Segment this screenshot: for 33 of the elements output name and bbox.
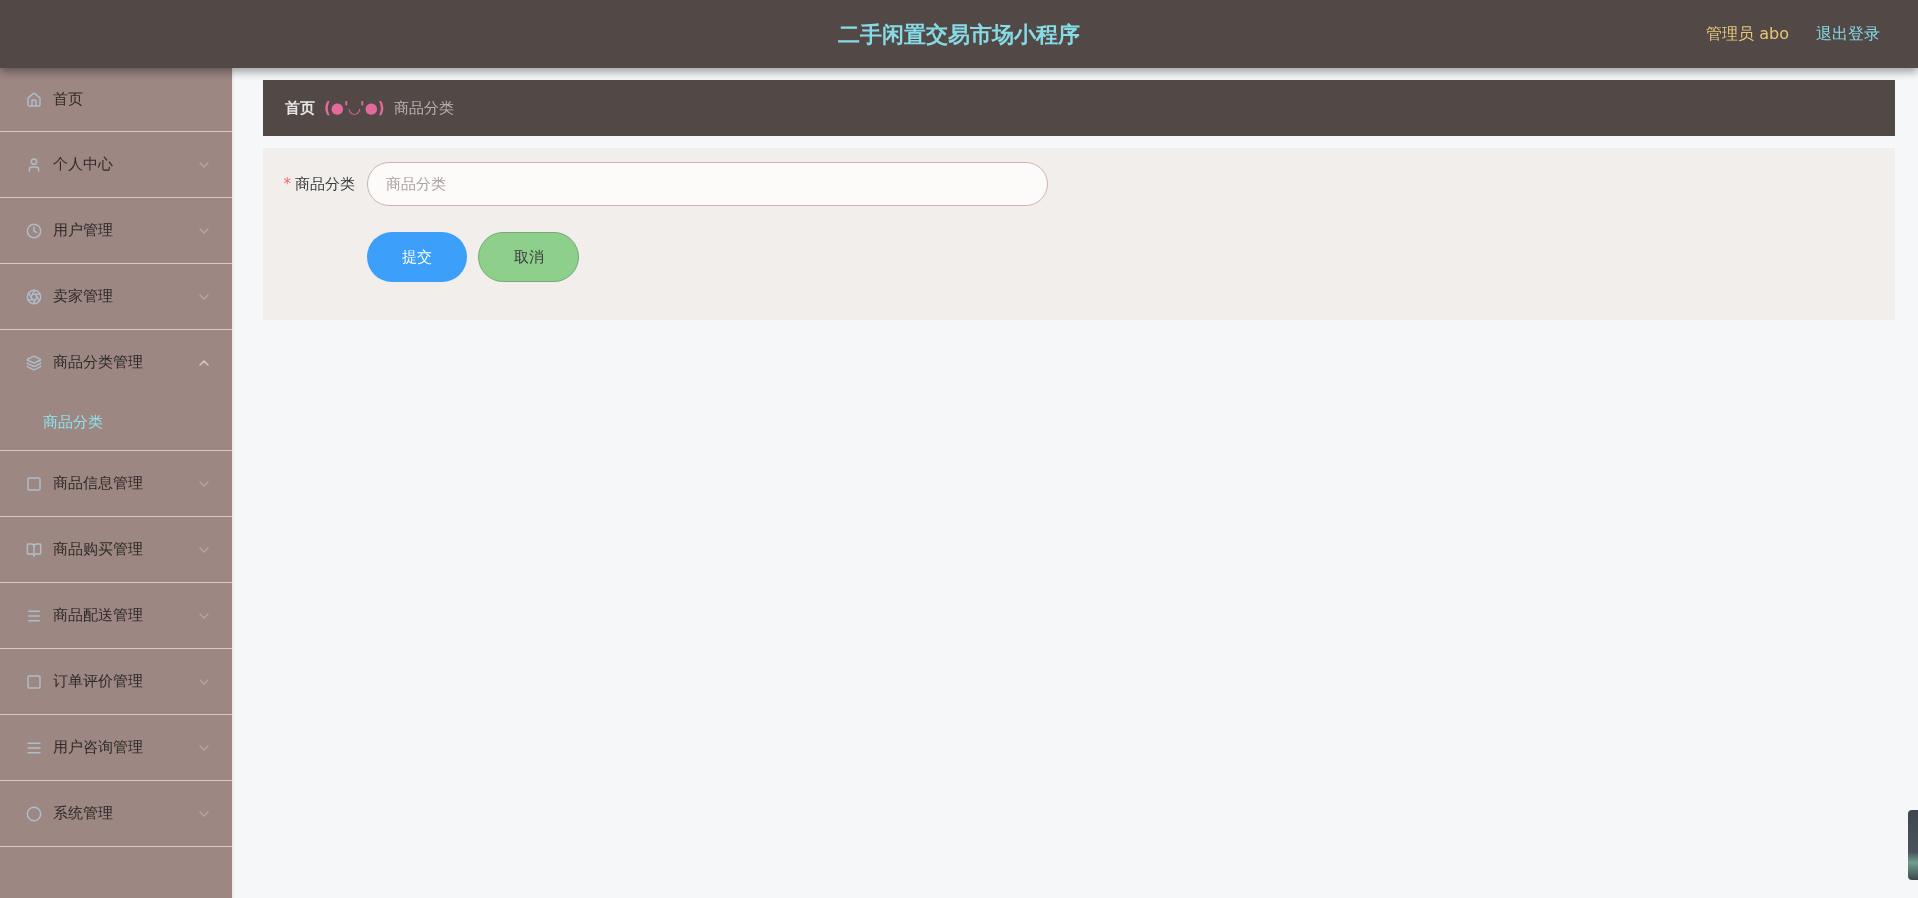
sidebar-menu-item[interactable]: 订单评价管理	[0, 649, 232, 714]
sidebar-menu-item[interactable]: 用户管理	[0, 198, 232, 263]
field-label: 商品分类	[295, 173, 355, 195]
user-icon	[26, 156, 42, 173]
square-icon	[26, 475, 42, 492]
aperture-icon	[26, 288, 42, 305]
sidebar-menu-item[interactable]: 商品信息管理	[0, 451, 232, 516]
sidebar-menu-item[interactable]: 商品配送管理	[0, 583, 232, 648]
sidebar-menu-item[interactable]: 个人中心	[0, 132, 232, 197]
sidebar-menu-item[interactable]: 商品购买管理	[0, 517, 232, 582]
category-input[interactable]: 商品分类	[367, 162, 1048, 206]
breadcrumb-separator: (●'◡'●)	[324, 97, 385, 119]
breadcrumb-current: 商品分类	[393, 97, 454, 119]
admin-username: 管理员 abo	[1706, 23, 1789, 45]
floating-widget	[1908, 810, 1918, 880]
required-mark: *	[283, 173, 291, 195]
sidebar-menu-item[interactable]: 商品分类管理	[0, 330, 232, 395]
square-icon	[26, 673, 42, 690]
home-icon	[26, 91, 42, 108]
breadcrumb-home-link[interactable]: 首页	[285, 96, 315, 120]
sidebar-menu-item[interactable]: 首页	[0, 68, 232, 131]
circle-icon	[26, 805, 42, 822]
sidebar-menu-item[interactable]: 系统管理	[0, 781, 232, 846]
logout-link[interactable]: 退出登录	[1816, 22, 1880, 46]
submit-button[interactable]: 提交	[367, 232, 467, 282]
layers-icon	[26, 354, 42, 371]
sidebar-menu-item[interactable]: 用户咨询管理	[0, 715, 232, 780]
cancel-button[interactable]: 取消	[478, 232, 579, 282]
app-title: 二手闲置交易市场小程序	[838, 20, 1080, 49]
sidebar-submenu-item[interactable]: 商品分类	[0, 395, 232, 450]
sidebar-menu-item[interactable]: 卖家管理	[0, 264, 232, 329]
book-icon	[26, 541, 42, 558]
clock-icon	[26, 222, 42, 239]
